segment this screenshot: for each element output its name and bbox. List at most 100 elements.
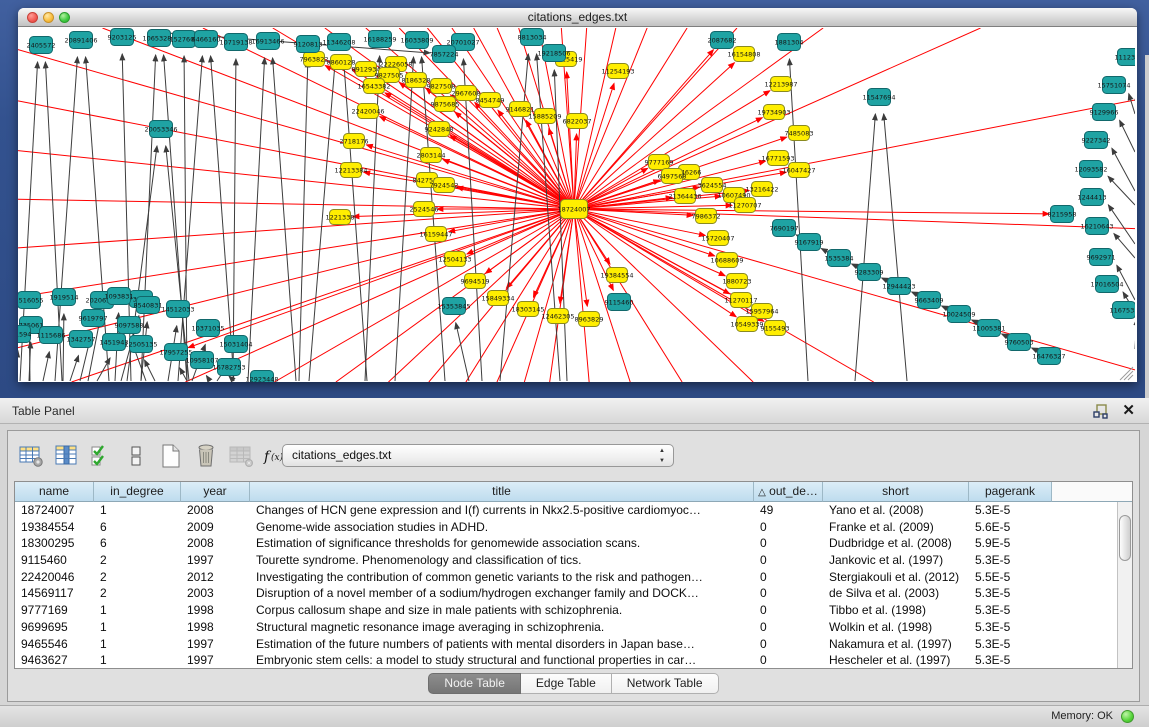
tab-edge-table[interactable]: Edge Table	[521, 673, 612, 694]
table-cell-year[interactable]: 2008	[181, 535, 250, 552]
create-table-icon[interactable]	[156, 441, 186, 471]
table-cell-title[interactable]: Tourette syndrome. Phenomenology and cla…	[250, 552, 754, 569]
table-cell-in_degree[interactable]: 1	[94, 502, 181, 519]
window-zoom-button[interactable]	[59, 12, 70, 23]
column-header-short[interactable]: short	[823, 482, 969, 502]
column-header-in_degree[interactable]: in_degree	[94, 482, 181, 502]
show-columns-icon[interactable]	[51, 441, 81, 471]
table-cell-short[interactable]: Wolkin et al. (1998)	[823, 619, 969, 636]
table-cell-title[interactable]: Corpus callosum shape and size in male p…	[250, 602, 754, 619]
table-cell-pagerank[interactable]: 5.3E-5	[969, 552, 1052, 569]
table-row[interactable]: 969969511998Structural magnetic resonanc…	[15, 619, 1117, 636]
table-cell-title[interactable]: Embryonic stem cells: a model to study s…	[250, 652, 754, 668]
scrollbar-thumb[interactable]	[1119, 515, 1131, 561]
delete-table-icon[interactable]	[191, 441, 221, 471]
table-row[interactable]: 977716911998Corpus callosum shape and si…	[15, 602, 1117, 619]
table-cell-pagerank[interactable]: 5.5E-5	[969, 569, 1052, 586]
table-cell-name[interactable]: 9465546	[15, 636, 94, 653]
table-cell-year[interactable]: 1997	[181, 652, 250, 668]
table-cell-in_degree[interactable]: 2	[94, 585, 181, 602]
row-height-icon[interactable]	[121, 441, 151, 471]
network-canvas[interactable]: 7963822886012889129342222605898275051654…	[18, 28, 1137, 382]
table-row[interactable]: 1938455462009Genome-wide association stu…	[15, 519, 1117, 536]
table-cell-in_degree[interactable]: 1	[94, 602, 181, 619]
table-cell-in_degree[interactable]: 1	[94, 636, 181, 653]
column-header-year[interactable]: year	[181, 482, 250, 502]
table-row[interactable]: 2242004622012Investigating the contribut…	[15, 569, 1117, 586]
table-cell-in_degree[interactable]: 1	[94, 652, 181, 668]
table-cell-name[interactable]: 19384554	[15, 519, 94, 536]
column-header-title[interactable]: title	[250, 482, 754, 502]
table-cell-pagerank[interactable]: 5.3E-5	[969, 636, 1052, 653]
table-cell-out_de[interactable]: 0	[754, 619, 823, 636]
table-cell-short[interactable]: Stergiakouli et al. (2012)	[823, 569, 969, 586]
table-cell-name[interactable]: 9115460	[15, 552, 94, 569]
table-cell-pagerank[interactable]: 5.6E-5	[969, 519, 1052, 536]
table-mode-icon[interactable]	[16, 441, 46, 471]
table-cell-pagerank[interactable]: 5.3E-5	[969, 652, 1052, 668]
table-cell-year[interactable]: 1997	[181, 636, 250, 653]
table-cell-pagerank[interactable]: 5.3E-5	[969, 619, 1052, 636]
select-columns-icon[interactable]	[86, 441, 116, 471]
table-cell-title[interactable]: Structural magnetic resonance image aver…	[250, 619, 754, 636]
network-window[interactable]: citations_edges.txt 79638228860128891293…	[18, 8, 1137, 382]
table-cell-short[interactable]: Dudbridge et al. (2008)	[823, 535, 969, 552]
table-cell-name[interactable]: 9777169	[15, 602, 94, 619]
table-cell-short[interactable]: Hescheler et al. (1997)	[823, 652, 969, 668]
float-panel-icon[interactable]	[1093, 403, 1109, 419]
table-cell-out_de[interactable]: 0	[754, 585, 823, 602]
table-row[interactable]: 946362711997Embryonic stem cells: a mode…	[15, 652, 1117, 668]
table-cell-out_de[interactable]: 0	[754, 652, 823, 668]
table-cell-in_degree[interactable]: 6	[94, 519, 181, 536]
table-cell-name[interactable]: 9699695	[15, 619, 94, 636]
window-minimize-button[interactable]	[43, 12, 54, 23]
table-cell-out_de[interactable]: 49	[754, 502, 823, 519]
table-cell-name[interactable]: 18724007	[15, 502, 94, 519]
table-cell-year[interactable]: 1998	[181, 619, 250, 636]
column-header-out_de[interactable]: △ out_de…	[754, 482, 823, 502]
column-header-pagerank[interactable]: pagerank	[969, 482, 1052, 502]
table-cell-year[interactable]: 2008	[181, 502, 250, 519]
table-cell-out_de[interactable]: 0	[754, 569, 823, 586]
table-vertical-scrollbar[interactable]	[1117, 502, 1132, 668]
table-cell-in_degree[interactable]: 2	[94, 569, 181, 586]
table-cell-short[interactable]: Tibbo et al. (1998)	[823, 602, 969, 619]
table-cell-name[interactable]: 14569117	[15, 585, 94, 602]
table-cell-year[interactable]: 2009	[181, 519, 250, 536]
table-row[interactable]: 1456911722003Disruption of a novel membe…	[15, 585, 1117, 602]
table-cell-short[interactable]: de Silva et al. (2003)	[823, 585, 969, 602]
tab-network-table[interactable]: Network Table	[612, 673, 719, 694]
table-cell-out_de[interactable]: 0	[754, 535, 823, 552]
table-cell-short[interactable]: Yano et al. (2008)	[823, 502, 969, 519]
table-cell-year[interactable]: 1997	[181, 552, 250, 569]
table-cell-short[interactable]: Jankovic et al. (1997)	[823, 552, 969, 569]
network-graph[interactable]: 7963822886012889129342222605898275051654…	[18, 28, 1135, 382]
table-cell-name[interactable]: 9463627	[15, 652, 94, 668]
table-cell-pagerank[interactable]: 5.3E-5	[969, 502, 1052, 519]
table-cell-title[interactable]: Estimation of the future numbers of pati…	[250, 636, 754, 653]
table-cell-year[interactable]: 1998	[181, 602, 250, 619]
table-cell-year[interactable]: 2012	[181, 569, 250, 586]
table-cell-in_degree[interactable]: 2	[94, 552, 181, 569]
table-cell-pagerank[interactable]: 5.3E-5	[969, 602, 1052, 619]
table-cell-out_de[interactable]: 0	[754, 519, 823, 536]
table-cell-name[interactable]: 22420046	[15, 569, 94, 586]
network-window-titlebar[interactable]: citations_edges.txt	[18, 8, 1137, 27]
tab-node-table[interactable]: Node Table	[428, 673, 521, 694]
table-row[interactable]: 946554611997Estimation of the future num…	[15, 636, 1117, 653]
table-row[interactable]: 911546021997Tourette syndrome. Phenomeno…	[15, 552, 1117, 569]
table-cell-pagerank[interactable]: 5.9E-5	[969, 535, 1052, 552]
table-cell-out_de[interactable]: 0	[754, 552, 823, 569]
table-cell-pagerank[interactable]: 5.3E-5	[969, 585, 1052, 602]
table-row[interactable]: 1872400712008Changes of HCN gene express…	[15, 502, 1117, 519]
table-cell-title[interactable]: Genome-wide association studies in ADHD.	[250, 519, 754, 536]
table-cell-name[interactable]: 18300295	[15, 535, 94, 552]
table-cell-short[interactable]: Franke et al. (2009)	[823, 519, 969, 536]
table-row[interactable]: 1830029562008Estimation of significance …	[15, 535, 1117, 552]
table-selector[interactable]: citations_edges.txt ▲▼	[282, 444, 674, 467]
window-close-button[interactable]	[27, 12, 38, 23]
table-cell-year[interactable]: 2003	[181, 585, 250, 602]
import-table-icon[interactable]	[226, 441, 256, 471]
table-cell-title[interactable]: Estimation of significance thresholds fo…	[250, 535, 754, 552]
table-cell-title[interactable]: Investigating the contribution of common…	[250, 569, 754, 586]
